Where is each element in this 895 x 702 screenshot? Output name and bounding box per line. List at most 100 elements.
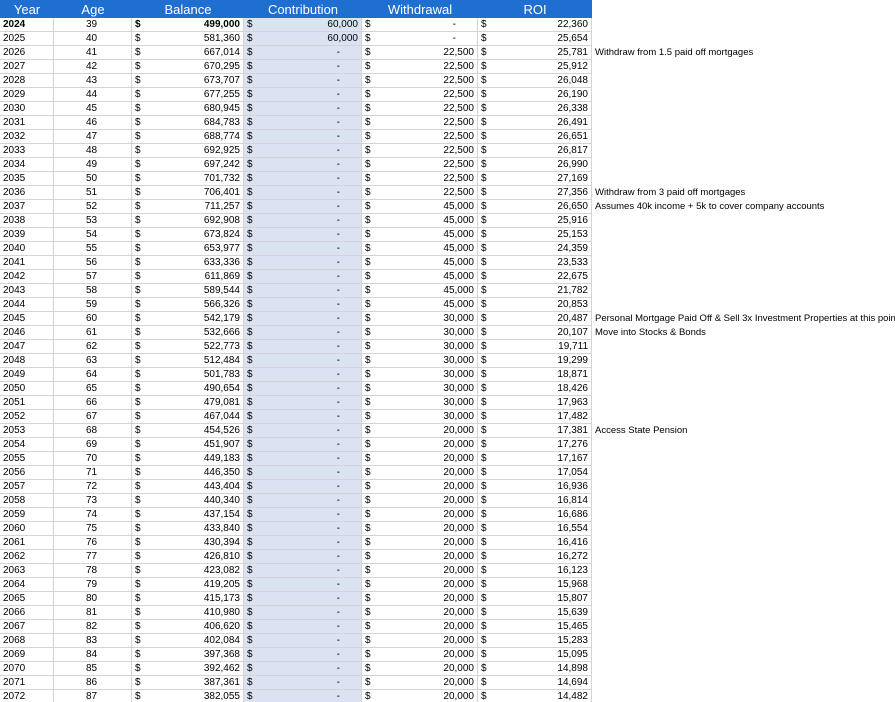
contribution-cell[interactable]: $ - bbox=[244, 424, 362, 438]
withdrawal-cell[interactable]: $20,000 bbox=[362, 466, 478, 480]
withdrawal-cell[interactable]: $22,500 bbox=[362, 46, 478, 60]
year-cell[interactable]: 2035 bbox=[0, 172, 54, 186]
withdrawal-cell[interactable]: $20,000 bbox=[362, 620, 478, 634]
contribution-cell[interactable]: $ - bbox=[244, 340, 362, 354]
balance-cell[interactable]: $449,183 bbox=[132, 452, 244, 466]
balance-cell[interactable]: $430,394 bbox=[132, 536, 244, 550]
contribution-cell[interactable]: $ - bbox=[244, 382, 362, 396]
balance-cell[interactable]: $692,908 bbox=[132, 214, 244, 228]
year-cell[interactable]: 2071 bbox=[0, 676, 54, 690]
balance-cell[interactable]: $437,154 bbox=[132, 508, 244, 522]
roi-cell[interactable]: $24,359 bbox=[478, 242, 592, 256]
contribution-cell[interactable]: $ - bbox=[244, 242, 362, 256]
contribution-cell[interactable]: $ - bbox=[244, 494, 362, 508]
contribution-cell[interactable]: $ - bbox=[244, 648, 362, 662]
contribution-cell[interactable]: $ - bbox=[244, 480, 362, 494]
year-cell[interactable]: 2054 bbox=[0, 438, 54, 452]
balance-cell[interactable]: $387,361 bbox=[132, 676, 244, 690]
year-cell[interactable]: 2042 bbox=[0, 270, 54, 284]
roi-cell[interactable]: $17,276 bbox=[478, 438, 592, 452]
roi-cell[interactable]: $14,482 bbox=[478, 690, 592, 702]
contribution-cell[interactable]: $ - bbox=[244, 620, 362, 634]
age-cell[interactable]: 44 bbox=[54, 88, 132, 102]
contribution-cell[interactable]: $ - bbox=[244, 130, 362, 144]
contribution-cell[interactable]: $ - bbox=[244, 326, 362, 340]
balance-cell[interactable]: $611,869 bbox=[132, 270, 244, 284]
year-cell[interactable]: 2040 bbox=[0, 242, 54, 256]
balance-cell[interactable]: $701,732 bbox=[132, 172, 244, 186]
roi-cell[interactable]: $26,338 bbox=[478, 102, 592, 116]
year-cell[interactable]: 2043 bbox=[0, 284, 54, 298]
withdrawal-cell[interactable]: $20,000 bbox=[362, 536, 478, 550]
withdrawal-cell[interactable]: $20,000 bbox=[362, 578, 478, 592]
balance-cell[interactable]: $433,840 bbox=[132, 522, 244, 536]
roi-cell[interactable]: $25,654 bbox=[478, 32, 592, 46]
age-cell[interactable]: 79 bbox=[54, 578, 132, 592]
roi-cell[interactable]: $18,426 bbox=[478, 382, 592, 396]
age-cell[interactable]: 53 bbox=[54, 214, 132, 228]
balance-cell[interactable]: $406,620 bbox=[132, 620, 244, 634]
withdrawal-cell[interactable]: $20,000 bbox=[362, 508, 478, 522]
withdrawal-cell[interactable]: $22,500 bbox=[362, 144, 478, 158]
balance-cell[interactable]: $581,360 bbox=[132, 32, 244, 46]
year-cell[interactable]: 2072 bbox=[0, 690, 54, 702]
age-cell[interactable]: 60 bbox=[54, 312, 132, 326]
age-cell[interactable]: 41 bbox=[54, 46, 132, 60]
age-cell[interactable]: 42 bbox=[54, 60, 132, 74]
contribution-cell[interactable]: $ - bbox=[244, 536, 362, 550]
contribution-cell[interactable]: $ - bbox=[244, 102, 362, 116]
withdrawal-cell[interactable]: $20,000 bbox=[362, 662, 478, 676]
contribution-cell[interactable]: $ - bbox=[244, 354, 362, 368]
roi-cell[interactable]: $26,491 bbox=[478, 116, 592, 130]
roi-cell[interactable]: $17,167 bbox=[478, 452, 592, 466]
age-cell[interactable]: 59 bbox=[54, 298, 132, 312]
contribution-cell[interactable]: $ - bbox=[244, 298, 362, 312]
contribution-cell[interactable]: $60,000 bbox=[244, 32, 362, 46]
roi-cell[interactable]: $16,814 bbox=[478, 494, 592, 508]
withdrawal-cell[interactable]: $20,000 bbox=[362, 438, 478, 452]
age-cell[interactable]: 68 bbox=[54, 424, 132, 438]
balance-cell[interactable]: $633,336 bbox=[132, 256, 244, 270]
year-cell[interactable]: 2046 bbox=[0, 326, 54, 340]
balance-cell[interactable]: $512,484 bbox=[132, 354, 244, 368]
header-roi[interactable]: ROI bbox=[478, 0, 592, 18]
age-cell[interactable]: 62 bbox=[54, 340, 132, 354]
age-cell[interactable]: 51 bbox=[54, 186, 132, 200]
age-cell[interactable]: 63 bbox=[54, 354, 132, 368]
withdrawal-cell[interactable]: $22,500 bbox=[362, 102, 478, 116]
contribution-cell[interactable]: $ - bbox=[244, 74, 362, 88]
balance-cell[interactable]: $589,544 bbox=[132, 284, 244, 298]
contribution-cell[interactable]: $ - bbox=[244, 606, 362, 620]
withdrawal-cell[interactable]: $45,000 bbox=[362, 256, 478, 270]
balance-cell[interactable]: $673,824 bbox=[132, 228, 244, 242]
year-cell[interactable]: 2049 bbox=[0, 368, 54, 382]
age-cell[interactable]: 56 bbox=[54, 256, 132, 270]
balance-cell[interactable]: $392,462 bbox=[132, 662, 244, 676]
age-cell[interactable]: 74 bbox=[54, 508, 132, 522]
year-cell[interactable]: 2041 bbox=[0, 256, 54, 270]
contribution-cell[interactable]: $ - bbox=[244, 158, 362, 172]
header-age[interactable]: Age bbox=[54, 0, 132, 18]
year-cell[interactable]: 2045 bbox=[0, 312, 54, 326]
year-cell[interactable]: 2044 bbox=[0, 298, 54, 312]
balance-cell[interactable]: $451,907 bbox=[132, 438, 244, 452]
withdrawal-cell[interactable]: $45,000 bbox=[362, 284, 478, 298]
balance-cell[interactable]: $697,242 bbox=[132, 158, 244, 172]
balance-cell[interactable]: $426,810 bbox=[132, 550, 244, 564]
balance-cell[interactable]: $501,783 bbox=[132, 368, 244, 382]
roi-cell[interactable]: $27,169 bbox=[478, 172, 592, 186]
year-cell[interactable]: 2059 bbox=[0, 508, 54, 522]
balance-cell[interactable]: $446,350 bbox=[132, 466, 244, 480]
year-cell[interactable]: 2027 bbox=[0, 60, 54, 74]
header-contribution[interactable]: Contribution bbox=[244, 0, 362, 18]
roi-cell[interactable]: $15,465 bbox=[478, 620, 592, 634]
roi-cell[interactable]: $26,651 bbox=[478, 130, 592, 144]
balance-cell[interactable]: $711,257 bbox=[132, 200, 244, 214]
age-cell[interactable]: 84 bbox=[54, 648, 132, 662]
header-year[interactable]: Year bbox=[0, 0, 54, 18]
year-cell[interactable]: 2034 bbox=[0, 158, 54, 172]
age-cell[interactable]: 71 bbox=[54, 466, 132, 480]
age-cell[interactable]: 65 bbox=[54, 382, 132, 396]
roi-cell[interactable]: $16,554 bbox=[478, 522, 592, 536]
contribution-cell[interactable]: $ - bbox=[244, 256, 362, 270]
